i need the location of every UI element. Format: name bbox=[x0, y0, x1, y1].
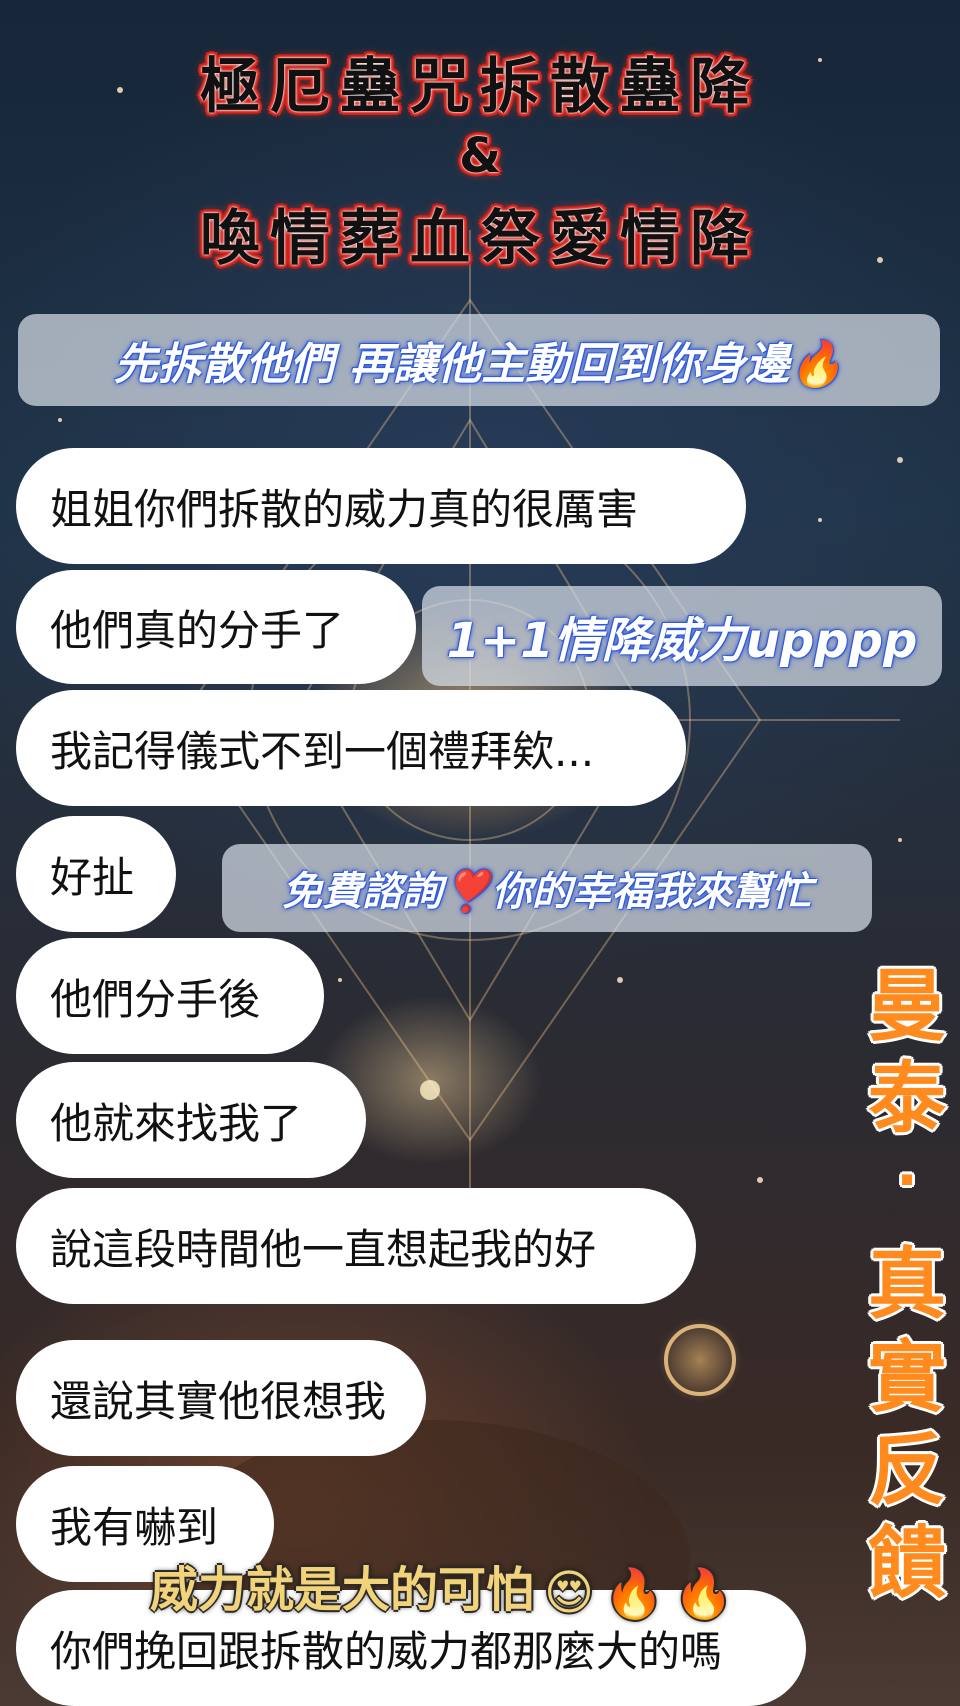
chat-message: 還說其實他很想我 bbox=[16, 1340, 426, 1456]
fire-emoji-icon: 🔥 bbox=[673, 1565, 734, 1622]
side-title-char: 實 bbox=[867, 1333, 946, 1423]
side-title-char: 泰 bbox=[867, 1054, 946, 1144]
side-title-char: 饋 bbox=[867, 1519, 946, 1609]
side-title-char: 曼 bbox=[867, 962, 946, 1052]
chat-message: 姐姐你們拆散的威力真的很厲害 bbox=[16, 448, 746, 564]
chat-message: 他們分手後 bbox=[16, 938, 324, 1054]
chat-message: 好扯 bbox=[16, 816, 176, 932]
side-title-char: 真 bbox=[867, 1240, 946, 1330]
title-line-2: 喚情葬血祭愛情降 bbox=[200, 204, 760, 274]
promo-banner-power: 1+1情降威力upppp bbox=[422, 586, 942, 686]
title-line-1: 極厄蠱咒拆散蠱降 bbox=[200, 52, 760, 122]
heart-eyes-emoji-icon: 😍 bbox=[544, 1565, 595, 1621]
chat-message: 說這段時間他一直想起我的好 bbox=[16, 1188, 696, 1304]
title-ampersand: & bbox=[459, 128, 501, 184]
chat-message: 他就來找我了 bbox=[16, 1062, 366, 1178]
chat-message: 我記得儀式不到一個禮拜欸... bbox=[16, 690, 686, 806]
promo-banner-top: 先拆散他們 再讓他主動回到你身邊🔥 bbox=[18, 314, 940, 406]
chat-message: 他們真的分手了 bbox=[16, 570, 416, 684]
overlay-caption: 威力就是大的可怕 😍 🔥 🔥 bbox=[150, 1550, 734, 1622]
overlay-caption-text: 威力就是大的可怕 bbox=[150, 1562, 535, 1618]
promo-banner-consult: 免費諮詢❣️你的幸福我來幫忙 bbox=[222, 844, 872, 932]
fire-emoji-icon: 🔥 bbox=[604, 1565, 664, 1622]
side-title-char: 反 bbox=[867, 1426, 946, 1516]
side-title-char: · bbox=[896, 1148, 918, 1213]
